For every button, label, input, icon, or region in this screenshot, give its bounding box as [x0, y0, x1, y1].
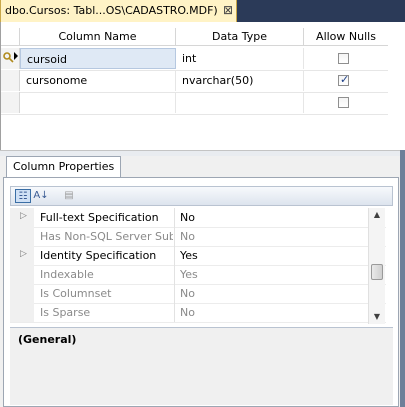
scroll-down-icon[interactable]: ▼ — [369, 310, 385, 324]
document-tab-bar: dbo.Cursos: Tabl...OS\CADASTRO.MDF) ⊠ — [0, 0, 405, 22]
document-tab-title[interactable]: dbo.Cursos: Tabl...OS\CADASTRO.MDF) — [5, 4, 218, 17]
row-selector-header — [1, 28, 20, 45]
property-row[interactable]: ▷ Full-text Specification No — [10, 208, 386, 228]
tab-column-properties[interactable]: Column Properties — [6, 156, 121, 178]
column-name-cell[interactable]: cursonome — [20, 70, 176, 91]
property-value[interactable]: Yes — [180, 246, 198, 265]
property-name: Is Columnset — [40, 287, 112, 300]
column-properties-panel: Column Properties ☷ A↓ ▤ ▷ Full-text Spe… — [0, 156, 400, 407]
allow-nulls-header: Allow Nulls — [316, 30, 376, 43]
scroll-thumb[interactable] — [371, 264, 383, 280]
property-name: Indexable — [40, 268, 94, 281]
property-value: Yes — [180, 268, 198, 281]
expand-icon[interactable]: ▷ — [20, 211, 27, 221]
close-icon[interactable]: ⊠ — [223, 3, 233, 17]
row-selector[interactable] — [1, 48, 20, 69]
primary-key-icon — [3, 52, 18, 63]
property-name: Full-text Specification — [40, 211, 159, 224]
document-tab[interactable]: dbo.Cursos: Tabl...OS\CADASTRO.MDF) ⊠ — [0, 0, 237, 22]
property-list: ▷ Full-text Specification No Has Non-SQL… — [10, 208, 386, 324]
property-value: No — [180, 230, 195, 243]
property-row[interactable]: Is Columnset No — [10, 284, 386, 304]
data-type-cell[interactable]: int — [176, 48, 304, 69]
column-name-cell[interactable] — [20, 92, 176, 113]
property-row[interactable]: Is Sparse No — [10, 303, 386, 323]
properties-scrollbar[interactable]: ▲ ▼ — [368, 208, 385, 324]
property-value: No — [180, 306, 195, 319]
checkmark-icon: ✓ — [340, 73, 350, 86]
column-name-cell[interactable]: cursoid — [20, 48, 176, 69]
property-row[interactable]: ▷ Identity Specification Yes — [10, 246, 386, 266]
table-row[interactable] — [1, 92, 388, 115]
property-name: Identity Specification — [40, 249, 157, 262]
data-type-cell[interactable] — [176, 92, 304, 113]
data-type-cell[interactable]: nvarchar(50) — [176, 70, 304, 91]
table-row[interactable]: cursoid int — [1, 48, 388, 71]
window-edge — [400, 150, 405, 407]
expand-icon[interactable]: ▷ — [20, 249, 27, 259]
column-name-header: Column Name — [20, 28, 176, 45]
allow-nulls-checkbox[interactable] — [338, 97, 349, 108]
property-pages-icon[interactable]: ▤ — [61, 189, 77, 203]
description-pane: (General) — [10, 327, 393, 405]
properties-frame: ☷ A↓ ▤ ▷ Full-text Specification No Has … — [3, 177, 399, 407]
property-name: Is Sparse — [40, 306, 91, 319]
allow-nulls-checkbox[interactable] — [338, 53, 349, 64]
property-name: Has Non-SQL Server Sub — [40, 230, 173, 243]
property-row[interactable]: Indexable Yes — [10, 265, 386, 285]
row-selector[interactable] — [1, 70, 20, 91]
scroll-up-icon[interactable]: ▲ — [369, 208, 385, 222]
property-row[interactable]: Has Non-SQL Server Sub No — [10, 227, 386, 247]
table-designer-grid: Column Name Data Type Allow Nulls cursoi… — [0, 22, 405, 152]
data-type-header: Data Type — [176, 28, 304, 45]
property-value[interactable]: No — [180, 208, 195, 227]
categorized-icon[interactable]: ☷ — [15, 189, 31, 203]
alphabetical-sort-icon[interactable]: A↓ — [33, 189, 49, 203]
allow-nulls-checkbox[interactable]: ✓ — [338, 73, 350, 86]
properties-toolbar: ☷ A↓ ▤ — [10, 186, 393, 206]
grid-header: Column Name Data Type Allow Nulls — [1, 28, 388, 46]
property-value: No — [180, 287, 195, 300]
row-selector[interactable] — [1, 92, 20, 113]
table-row[interactable]: cursonome nvarchar(50) ✓ — [1, 70, 388, 93]
description-title: (General) — [18, 333, 77, 346]
